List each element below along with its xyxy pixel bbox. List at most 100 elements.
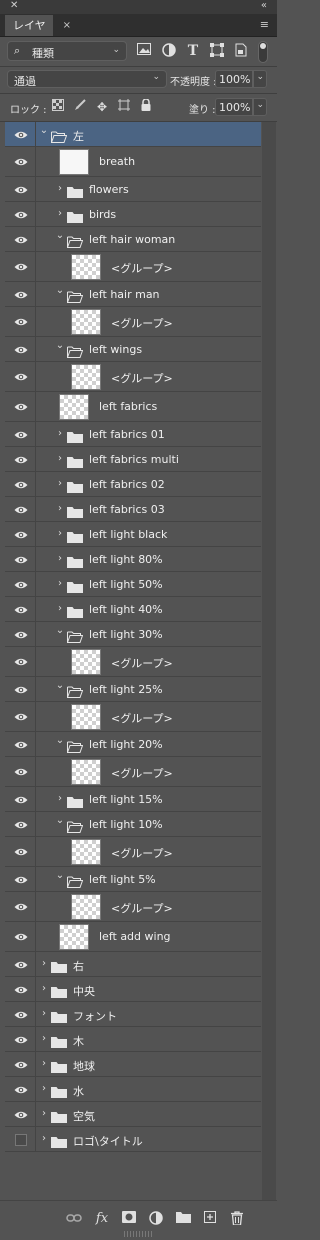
layer-thumbnail[interactable] [71, 254, 101, 280]
fx-icon[interactable]: fx [94, 1211, 110, 1227]
filter-shape-icon[interactable] [209, 43, 225, 59]
resize-grip[interactable] [124, 1231, 154, 1237]
collapse-panel-icon[interactable]: « [261, 0, 267, 11]
layer-row[interactable]: ⌄ left light 5% [5, 867, 261, 892]
lock-all-icon[interactable] [138, 98, 154, 115]
chevron-right-icon[interactable]: › [55, 553, 65, 564]
layer-thumbnail[interactable] [71, 894, 101, 920]
fill-dropdown[interactable]: ⌄ [253, 98, 267, 116]
chevron-down-icon[interactable]: ⌄ [39, 125, 49, 136]
filter-kind-select[interactable]: ⌕ 種類 ⌄ [7, 41, 127, 61]
visibility-toggle[interactable] [5, 622, 36, 646]
lock-transparent-pixels-icon[interactable] [50, 99, 66, 115]
layer-row[interactable]: › 中央 [5, 977, 261, 1002]
lock-artboard-icon[interactable] [116, 99, 132, 115]
chevron-right-icon[interactable]: › [55, 793, 65, 804]
layer-row[interactable]: breath [5, 147, 261, 177]
visibility-toggle[interactable] [5, 977, 36, 1001]
opacity-dropdown[interactable]: ⌄ [253, 70, 267, 88]
layer-row[interactable]: › 地球 [5, 1052, 261, 1077]
visibility-toggle[interactable] [5, 177, 36, 201]
visibility-toggle[interactable] [5, 1052, 36, 1076]
chevron-down-icon[interactable]: ⌄ [55, 285, 65, 296]
chevron-right-icon[interactable]: › [39, 1108, 49, 1119]
chevron-down-icon[interactable]: ⌄ [55, 680, 65, 691]
layers-scrollbar[interactable] [262, 122, 276, 1200]
layer-row[interactable]: ⌄ 左 [5, 122, 261, 147]
chevron-right-icon[interactable]: › [55, 503, 65, 514]
visibility-toggle[interactable] [5, 362, 36, 391]
layer-row[interactable]: <グループ> [5, 307, 261, 337]
chevron-right-icon[interactable]: › [55, 453, 65, 464]
fill-input[interactable]: 100% [215, 98, 253, 116]
layer-row[interactable]: › フォント [5, 1002, 261, 1027]
close-panel-icon[interactable]: ✕ [10, 0, 18, 11]
visibility-toggle[interactable] [5, 597, 36, 621]
visibility-toggle[interactable] [5, 1077, 36, 1101]
chevron-right-icon[interactable]: › [39, 983, 49, 994]
visibility-toggle[interactable] [5, 227, 36, 251]
layer-row[interactable]: ⌄ left hair man [5, 282, 261, 307]
layer-row[interactable]: › flowers [5, 177, 261, 202]
chevron-right-icon[interactable]: › [39, 1058, 49, 1069]
visibility-toggle[interactable] [5, 732, 36, 756]
layer-row[interactable]: › left light black [5, 522, 261, 547]
layer-row[interactable]: › 水 [5, 1077, 261, 1102]
chevron-right-icon[interactable]: › [55, 478, 65, 489]
layer-thumbnail[interactable] [71, 704, 101, 730]
visibility-toggle[interactable] [5, 337, 36, 361]
layer-row[interactable]: › 空気 [5, 1102, 261, 1127]
chevron-right-icon[interactable]: › [39, 1083, 49, 1094]
chevron-down-icon[interactable]: ⌄ [55, 735, 65, 746]
visibility-toggle[interactable] [5, 1102, 36, 1126]
layer-row[interactable]: › birds [5, 202, 261, 227]
layer-row[interactable]: ⌄ left light 10% [5, 812, 261, 837]
chevron-right-icon[interactable]: › [39, 1008, 49, 1019]
layer-row[interactable]: <グループ> [5, 892, 261, 922]
layer-row[interactable]: left fabrics [5, 392, 261, 422]
layer-row[interactable]: › left fabrics 02 [5, 472, 261, 497]
visibility-toggle[interactable] [5, 122, 36, 146]
visibility-toggle[interactable] [5, 922, 36, 951]
layer-row[interactable]: › left light 40% [5, 597, 261, 622]
chevron-right-icon[interactable]: › [55, 208, 65, 219]
filter-smart-object-icon[interactable] [233, 43, 249, 59]
visibility-toggle[interactable] [5, 307, 36, 336]
layer-row[interactable]: ⌄ left light 25% [5, 677, 261, 702]
chevron-right-icon[interactable]: › [39, 958, 49, 969]
new-layer-icon[interactable] [202, 1211, 218, 1227]
layer-thumbnail[interactable] [59, 149, 89, 175]
layer-thumbnail[interactable] [71, 309, 101, 335]
chevron-down-icon[interactable]: ⌄ [55, 870, 65, 881]
layer-thumbnail[interactable] [71, 649, 101, 675]
visibility-toggle[interactable] [5, 1127, 36, 1151]
visibility-toggle[interactable] [5, 282, 36, 306]
visibility-toggle[interactable] [5, 867, 36, 891]
chevron-right-icon[interactable]: › [55, 578, 65, 589]
visibility-toggle[interactable] [5, 547, 36, 571]
visibility-toggle[interactable] [5, 522, 36, 546]
chevron-down-icon[interactable]: ⌄ [55, 340, 65, 351]
visibility-toggle[interactable] [5, 677, 36, 701]
tab-layers[interactable]: レイヤー × [5, 15, 71, 53]
lock-image-pixels-icon[interactable] [72, 99, 88, 115]
layer-row[interactable]: <グループ> [5, 837, 261, 867]
layer-row[interactable]: › left fabrics multi [5, 447, 261, 472]
visibility-toggle[interactable] [5, 787, 36, 811]
visibility-toggle[interactable] [5, 892, 36, 921]
chevron-right-icon[interactable]: › [55, 528, 65, 539]
visibility-toggle[interactable] [5, 837, 36, 866]
layer-row[interactable]: ⌄ left wings [5, 337, 261, 362]
layer-row[interactable]: <グループ> [5, 252, 261, 282]
layer-row[interactable]: <グループ> [5, 702, 261, 732]
layer-thumbnail[interactable] [71, 839, 101, 865]
filter-toggle[interactable] [258, 41, 268, 63]
visibility-toggle[interactable] [5, 702, 36, 731]
lock-position-icon[interactable]: ✥ [94, 99, 110, 115]
panel-menu-icon[interactable]: ≡ [260, 18, 269, 31]
visibility-toggle[interactable] [5, 757, 36, 786]
filter-type-icon[interactable]: T [185, 43, 201, 59]
chevron-right-icon[interactable]: › [39, 1033, 49, 1044]
layer-row[interactable]: <グループ> [5, 757, 261, 787]
layer-row[interactable]: › left light 15% [5, 787, 261, 812]
